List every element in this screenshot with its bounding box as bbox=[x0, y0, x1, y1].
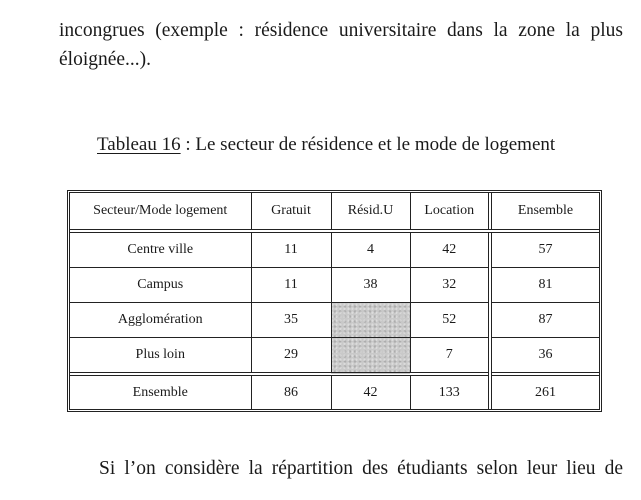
cell-resid-u-shaded bbox=[330, 337, 411, 375]
paragraph-top-line-2: éloignée...). bbox=[59, 49, 152, 70]
cell-ensemble: 36 bbox=[488, 337, 599, 375]
row-label: Campus bbox=[70, 267, 252, 303]
cell-location: 42 bbox=[409, 230, 491, 268]
cell-location: 32 bbox=[409, 267, 491, 303]
row-label: Centre ville bbox=[70, 230, 252, 268]
header-gratuit: Gratuit bbox=[250, 193, 332, 233]
row-label: Agglomération bbox=[70, 302, 252, 338]
table-row: Campus 11 38 32 81 bbox=[70, 267, 599, 303]
cell-resid-u-shaded bbox=[330, 302, 411, 338]
header-ensemble: Ensemble bbox=[488, 193, 599, 233]
total-label: Ensemble bbox=[70, 372, 252, 409]
total-location: 133 bbox=[409, 372, 491, 409]
table-row: Plus loin 29 7 36 bbox=[70, 337, 599, 375]
table-header-row: Secteur/Mode logement Gratuit Résid.U Lo… bbox=[70, 193, 599, 233]
cell-ensemble: 87 bbox=[488, 302, 599, 338]
total-ensemble: 261 bbox=[488, 372, 599, 409]
table-total-row: Ensemble 86 42 133 261 bbox=[70, 372, 599, 409]
table-row: Agglomération 35 52 87 bbox=[70, 302, 599, 338]
cell-location: 7 bbox=[409, 337, 491, 375]
total-gratuit: 86 bbox=[250, 372, 332, 409]
cell-gratuit: 11 bbox=[250, 267, 332, 303]
paragraph-bottom: Si l’on considère la répartition des étu… bbox=[99, 458, 623, 479]
total-resid-u: 42 bbox=[330, 372, 411, 409]
cell-resid-u: 4 bbox=[330, 230, 411, 268]
header-resid-u: Résid.U bbox=[330, 193, 411, 233]
table-caption-text: Le secteur de résidence et le mode de lo… bbox=[195, 134, 556, 155]
paragraph-top-line-1: incongrues (exemple : résidence universi… bbox=[59, 20, 623, 41]
cell-resid-u: 38 bbox=[330, 267, 411, 303]
table-caption-label: Tableau 16 bbox=[97, 134, 181, 155]
header-secteur: Secteur/Mode logement bbox=[70, 193, 252, 233]
paragraph-top: incongrues (exemple : résidence universi… bbox=[59, 16, 623, 74]
residence-table: Secteur/Mode logement Gratuit Résid.U Lo… bbox=[67, 190, 602, 412]
table-caption-separator: : bbox=[180, 134, 196, 155]
residence-table-grid: Secteur/Mode logement Gratuit Résid.U Lo… bbox=[70, 193, 599, 409]
cell-ensemble: 57 bbox=[488, 230, 599, 268]
row-label: Plus loin bbox=[70, 337, 252, 375]
header-location: Location bbox=[409, 193, 491, 233]
cell-location: 52 bbox=[409, 302, 491, 338]
cell-gratuit: 11 bbox=[250, 230, 332, 268]
cell-gratuit: 29 bbox=[250, 337, 332, 375]
cell-gratuit: 35 bbox=[250, 302, 332, 338]
table-row: Centre ville 11 4 42 57 bbox=[70, 230, 599, 268]
cell-ensemble: 81 bbox=[488, 267, 599, 303]
table-caption: Tableau 16 : Le secteur de résidence et … bbox=[97, 132, 555, 158]
